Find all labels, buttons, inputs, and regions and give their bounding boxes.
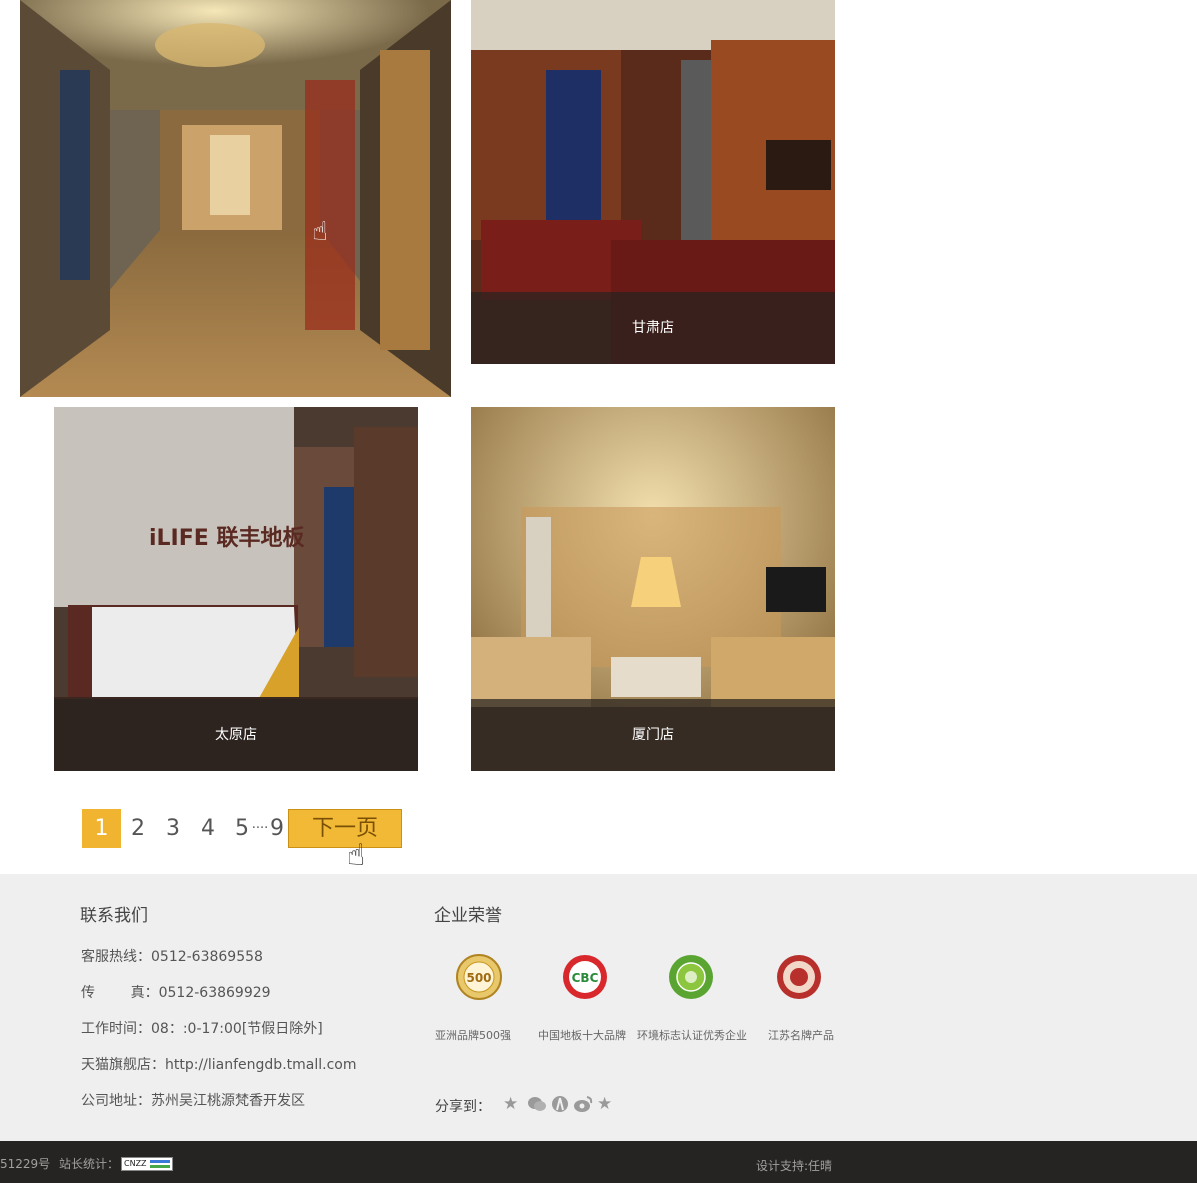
badge-text: CBC bbox=[572, 971, 599, 985]
renren-icon[interactable] bbox=[551, 1095, 569, 1113]
hotline-text: 客服热线：0512-63869558 bbox=[81, 949, 263, 965]
icp-number: 51229号 bbox=[0, 1157, 51, 1171]
honor-label: 江苏名牌产品 bbox=[768, 1029, 834, 1042]
badge-text: 500 bbox=[466, 971, 491, 985]
pointer-cursor-icon: ☝ bbox=[347, 838, 366, 873]
store-tile[interactable]: iLIFE 联丰地板 太原店 bbox=[54, 407, 418, 771]
contact-title: 联系我们 bbox=[80, 906, 148, 926]
store-tile[interactable]: 甘肃店 bbox=[471, 0, 835, 364]
qzone-icon[interactable]: ★ bbox=[503, 1095, 521, 1113]
honor-label: 亚洲品牌500强 bbox=[435, 1029, 511, 1042]
page-link-9[interactable]: 9 bbox=[268, 809, 286, 848]
store-caption: 太原店 bbox=[54, 699, 418, 771]
cnzz-badge-icon[interactable]: CNZZ bbox=[121, 1157, 173, 1171]
jiangsu-brand-badge-icon bbox=[776, 954, 822, 1000]
design-credit: 设计支持:任晴 bbox=[756, 1159, 833, 1173]
environment-label-badge-icon bbox=[668, 954, 714, 1000]
store-tile[interactable]: ☝ bbox=[20, 0, 451, 397]
hours-text: 工作时间：08：:0-17:00[节假日除外] bbox=[81, 1021, 323, 1037]
address-text: 公司地址：苏州吴江桃源梵香开发区 bbox=[81, 1093, 305, 1109]
honor-label: 中国地板十大品牌 bbox=[538, 1029, 626, 1042]
honors-title: 企业荣誉 bbox=[434, 906, 502, 926]
store-photo-corridor bbox=[20, 0, 451, 397]
wechat-icon[interactable] bbox=[527, 1095, 547, 1113]
page-link-4[interactable]: 4 bbox=[194, 809, 222, 848]
page-link-1[interactable]: 1 bbox=[82, 809, 121, 848]
bottom-bar: 51229号 站长统计： CNZZ 设计支持:任晴 bbox=[0, 1141, 1197, 1183]
next-page-button[interactable]: 下一页 bbox=[288, 809, 402, 848]
cbc-badge-icon: CBC bbox=[562, 954, 608, 1000]
page-ellipsis: ···· bbox=[251, 821, 269, 836]
store-tile[interactable]: 厦门店 bbox=[471, 407, 835, 771]
store-caption: 厦门店 bbox=[471, 699, 835, 771]
page-link-3[interactable]: 3 bbox=[159, 809, 187, 848]
honor-label: 环境标志认证优秀企业 bbox=[637, 1029, 747, 1042]
tmall-link[interactable]: 天猫旗舰店：http://lianfengdb.tmall.com bbox=[81, 1054, 356, 1074]
pointer-cursor-icon: ☝ bbox=[312, 217, 328, 247]
favorite-icon[interactable]: ★ bbox=[597, 1095, 615, 1113]
store-caption: 甘肃店 bbox=[471, 292, 835, 364]
asia-500-badge-icon: 500 bbox=[456, 954, 502, 1000]
weibo-icon[interactable] bbox=[573, 1095, 593, 1113]
page-link-2[interactable]: 2 bbox=[124, 809, 152, 848]
stats-label: 站长统计： bbox=[59, 1157, 120, 1171]
svg-text:iLIFE 联丰地板: iLIFE 联丰地板 bbox=[149, 526, 305, 551]
share-label: 分享到： bbox=[435, 1099, 491, 1115]
fax-text: 传 真：0512-63869929 bbox=[81, 985, 271, 1001]
